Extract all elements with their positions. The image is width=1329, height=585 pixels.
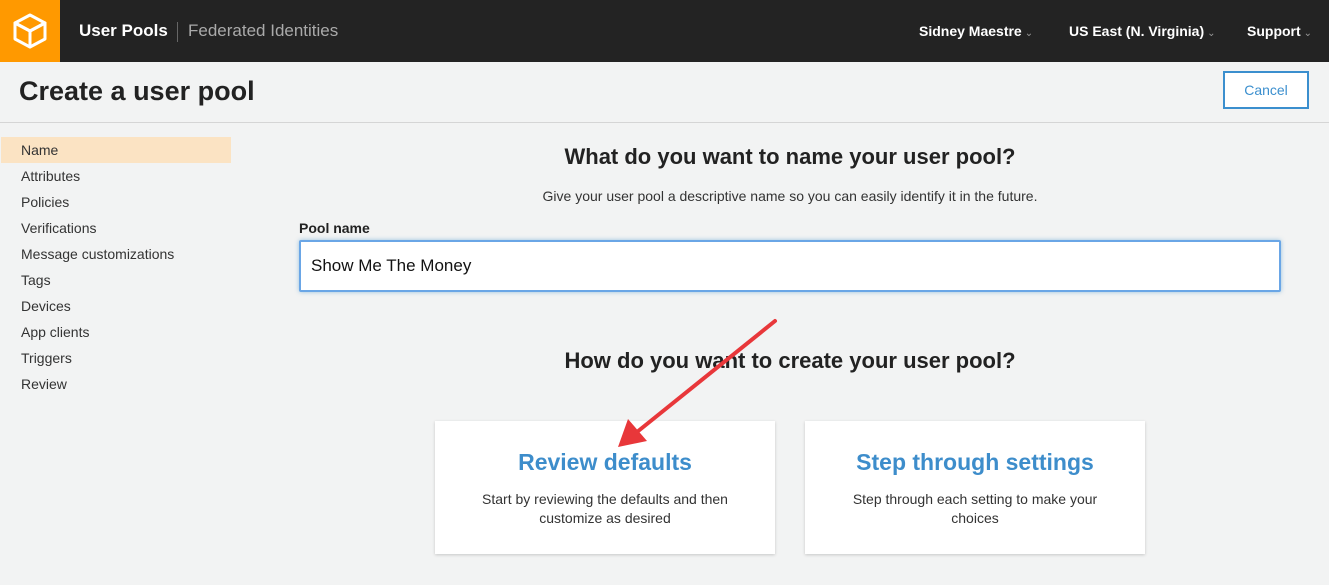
top-navigation-bar: User Pools Federated Identities Sidney M… bbox=[0, 0, 1329, 62]
create-method-heading: How do you want to create your user pool… bbox=[564, 348, 1016, 373]
chevron-down-icon: ⌄ bbox=[1207, 28, 1216, 39]
cancel-button[interactable]: Cancel bbox=[1223, 71, 1309, 109]
page-title: Create a user pool bbox=[19, 76, 255, 106]
review-defaults-title[interactable]: Review defaults bbox=[435, 449, 775, 476]
sidebar-item-devices[interactable]: Devices bbox=[1, 293, 231, 319]
region-menu-label: US East (N. Virginia) bbox=[1069, 23, 1205, 39]
region-menu[interactable]: US East (N. Virginia) ⌄ bbox=[1069, 0, 1216, 62]
sidebar-item-message-customizations[interactable]: Message customizations bbox=[1, 241, 231, 267]
account-menu[interactable]: Sidney Maestre ⌄ bbox=[919, 0, 1033, 62]
nav-divider bbox=[177, 22, 178, 42]
user-pools-link[interactable]: User Pools bbox=[79, 0, 168, 62]
sidebar-item-name[interactable]: Name bbox=[1, 137, 231, 163]
review-defaults-card[interactable]: Review defaults Start by reviewing the d… bbox=[435, 421, 775, 554]
review-defaults-description: Start by reviewing the defaults and then… bbox=[482, 491, 728, 526]
sidebar-item-review[interactable]: Review bbox=[1, 371, 231, 397]
chevron-down-icon: ⌄ bbox=[1024, 28, 1034, 39]
aws-cube-logo[interactable] bbox=[0, 0, 60, 62]
cube-icon bbox=[13, 13, 47, 49]
chevron-down-icon: ⌄ bbox=[1303, 28, 1313, 39]
name-section-heading: What do you want to name your user pool? bbox=[564, 144, 1016, 169]
step-through-settings-card[interactable]: Step through settings Step through each … bbox=[805, 421, 1145, 554]
step-through-settings-description: Step through each setting to make your c… bbox=[852, 491, 1098, 526]
account-menu-label: Sidney Maestre bbox=[919, 23, 1022, 39]
sidebar-item-attributes[interactable]: Attributes bbox=[1, 163, 231, 189]
support-menu-label: Support bbox=[1247, 23, 1301, 39]
federated-identities-link[interactable]: Federated Identities bbox=[188, 0, 338, 62]
step-through-settings-title[interactable]: Step through settings bbox=[805, 449, 1145, 476]
support-menu[interactable]: Support ⌄ bbox=[1247, 0, 1312, 62]
sidebar-item-policies[interactable]: Policies bbox=[1, 189, 231, 215]
page-header: Create a user pool Cancel bbox=[0, 62, 1329, 123]
sidebar-item-verifications[interactable]: Verifications bbox=[1, 215, 231, 241]
sidebar-item-tags[interactable]: Tags bbox=[1, 267, 231, 293]
pool-name-label: Pool name bbox=[299, 220, 370, 236]
pool-name-input[interactable] bbox=[299, 240, 1281, 292]
sidebar-item-triggers[interactable]: Triggers bbox=[1, 345, 231, 371]
wizard-steps-sidebar: Name Attributes Policies Verifications M… bbox=[1, 137, 231, 397]
sidebar-item-app-clients[interactable]: App clients bbox=[1, 319, 231, 345]
name-section-description: Give your user pool a descriptive name s… bbox=[542, 188, 1038, 204]
